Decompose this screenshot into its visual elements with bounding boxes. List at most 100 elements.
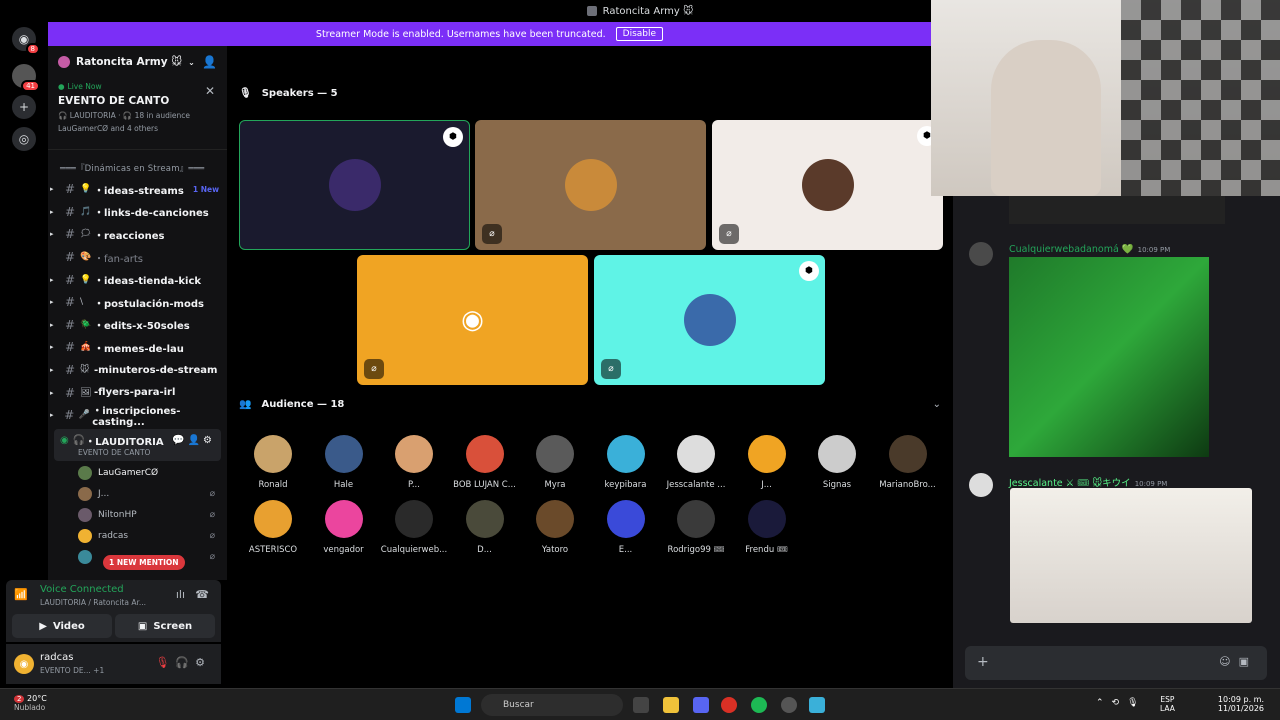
audience-member[interactable]: D... [449, 500, 521, 555]
channel-item[interactable]: ▸ # 💡 ・ideas-tienda-kick [48, 268, 227, 291]
mic-muted-icon: ⌀ [209, 552, 215, 563]
hash-icon: # [64, 363, 76, 378]
headphones-icon[interactable]: 🎧 [175, 656, 195, 669]
add-server-button[interactable]: + [12, 95, 36, 119]
speaker-tile[interactable]: ◉ ⌀ [357, 255, 588, 385]
voice-user[interactable]: LauGamerCØ [48, 463, 227, 484]
channel-item[interactable]: ▸ # 🎪 ・memes-de-lau [48, 336, 227, 359]
user-avatar[interactable]: ◉ [14, 654, 34, 674]
speaker-tile[interactable]: ⬢ ⌀ [712, 120, 943, 250]
mic-muted-icon: ⌀ [482, 224, 502, 244]
category-header[interactable]: ═══『Dinámicas en Stream』═══ [48, 150, 227, 178]
channel-item[interactable]: ▸ # 🖼 -flyers-para-irl [48, 381, 227, 404]
chat-composer[interactable]: + ☺▣ [965, 646, 1267, 680]
server-header[interactable]: Ratoncita Army 🐭 ⌄ 👤 [48, 46, 227, 78]
audience-name: Ronald [258, 480, 288, 490]
windows-taskbar: 2 20°C Nublado Buscar ⌃⟲🎙 ESP LAA 10:09 p… [0, 688, 1280, 720]
audience-name: Hale [333, 480, 354, 490]
audience-member[interactable]: Hale [308, 435, 380, 490]
obs-icon[interactable] [781, 697, 797, 713]
plus-icon[interactable]: + [977, 654, 989, 670]
new-mention-pill[interactable]: 1 NEW MENTION [103, 555, 185, 570]
start-icon[interactable] [455, 697, 471, 713]
voice-user[interactable]: NiltonHP ⌀ [48, 505, 227, 526]
audience-name: keypibara [604, 480, 647, 490]
chat-video[interactable] [1010, 488, 1252, 623]
clock[interactable]: 10:09 p. m. 11/01/2026 [1218, 695, 1264, 713]
channel-item[interactable]: ▸ # 🎵 ・links-de-canciones [48, 201, 227, 224]
home-button[interactable]: ◉ 8 [12, 27, 40, 55]
audience-member[interactable]: BOB LUJAN C... [449, 435, 521, 490]
chat-author[interactable]: Cualquierwebadanomá 💚 [1009, 244, 1134, 255]
taskbar-search[interactable]: Buscar [481, 694, 623, 716]
composer-tools[interactable]: ☺▣ [1219, 655, 1257, 668]
add-member-icon[interactable]: 👤 [202, 55, 217, 69]
channel-item[interactable]: ▸ # \ ・postulación-mods [48, 291, 227, 314]
audience-member[interactable]: Jesscalante ... [660, 435, 732, 490]
speaker-tile[interactable]: ⌀ [475, 120, 706, 250]
hash-icon: # [64, 408, 75, 423]
language-indicator[interactable]: ESP LAA [1160, 695, 1175, 713]
voice-channel-tools[interactable]: 💬👤⚙ [172, 435, 215, 446]
emoji-icon[interactable]: ☺ [1219, 655, 1238, 668]
file-explorer-icon[interactable] [663, 697, 679, 713]
audience-member[interactable]: Signas [801, 435, 873, 490]
task-view-icon[interactable] [633, 697, 649, 713]
channel-item[interactable]: ▸ # 🗯 ・reacciones [48, 223, 227, 246]
audience-member[interactable]: Frendu 🎟 [731, 500, 803, 555]
tray-icons[interactable]: ⌃⟲🎙 [1096, 698, 1147, 708]
voice-location[interactable]: LAUDITORIA / Ratoncita Ar... [40, 598, 146, 607]
chat-image[interactable] [1009, 257, 1209, 457]
notepad-icon[interactable] [809, 697, 825, 713]
audience-member[interactable]: Myra [519, 435, 591, 490]
weather-widget[interactable]: 2 20°C Nublado [14, 694, 47, 712]
channel-item[interactable]: # 🎨 ・fan-arts [48, 246, 227, 269]
hash-icon: # [64, 204, 76, 219]
audience-member[interactable]: Ronald [237, 435, 309, 490]
channel-name: ・reacciones [94, 230, 165, 242]
audience-member[interactable]: J... [731, 435, 803, 490]
audience-avatar [606, 500, 645, 538]
mic-muted-icon: ⌀ [209, 510, 215, 521]
audience-member[interactable]: Yatoro [519, 500, 591, 555]
event-meta: 🎧 LAUDITORIA · 🎧 18 in audience [58, 111, 191, 120]
disconnect-icon[interactable]: ☎ [195, 588, 209, 601]
audience-name: Frendu 🎟 [745, 545, 788, 555]
live-event-card[interactable]: Live Now EVENTO DE CANTO 🎧 LAUDITORIA · … [48, 78, 227, 150]
channel-item[interactable]: ▸ # 🎤 ・inscripciones-casting... [48, 404, 227, 428]
spotify-icon[interactable] [751, 697, 767, 713]
audience-member[interactable]: E... [590, 500, 662, 555]
chrome-icon[interactable] [721, 697, 737, 713]
close-icon[interactable]: ✕ [205, 84, 215, 98]
server-button-ratoncita[interactable]: 41 [12, 64, 40, 92]
user-controls[interactable]: 🎙🎧⚙ [155, 656, 211, 669]
gif-icon[interactable]: ▣ [1239, 655, 1257, 668]
gear-icon[interactable]: ⚙ [195, 656, 211, 669]
mic-muted-icon[interactable]: 🎙 [155, 656, 175, 669]
screen-button[interactable]: ▣ Screen [115, 614, 215, 638]
signal-icon[interactable]: 📶 [14, 588, 28, 601]
audience-member[interactable]: P... [378, 435, 450, 490]
voice-user[interactable]: J... ⌀ [48, 484, 227, 505]
audience-member[interactable]: keypibara [590, 435, 662, 490]
disable-button[interactable]: Disable [615, 27, 664, 41]
chat-avatar[interactable] [969, 242, 993, 266]
speaker-tile[interactable]: ⬢ [239, 120, 470, 250]
channel-item[interactable]: ▸ # 🐭 -minuteros-de-stream [48, 359, 227, 382]
noise-suppression-icon[interactable]: ılı [176, 588, 185, 601]
discord-taskbar-icon[interactable] [693, 697, 709, 713]
voice-user[interactable]: radcas ⌀ [48, 526, 227, 547]
audience-member[interactable]: ASTERISCO [237, 500, 309, 555]
channel-item[interactable]: ▸ # 🪲 ・edits-x-50soles [48, 314, 227, 337]
voice-channel-lauditoria[interactable]: ◉ 🎧 ・LAUDITORIA 💬👤⚙ EVENTO DE CANTO [54, 428, 221, 461]
chat-avatar[interactable] [969, 473, 993, 497]
audience-member[interactable]: Rodrigo99 🎟 [660, 500, 732, 555]
speaker-tile[interactable]: ⬢ ⌀ [594, 255, 825, 385]
video-button[interactable]: ▶ Video [12, 614, 112, 638]
chevron-down-icon[interactable]: ⌄ [933, 399, 941, 410]
audience-member[interactable]: MarianoBro... [872, 435, 944, 490]
channel-item[interactable]: ▸ # 💡 ・ideas-streams 1 New [48, 178, 227, 201]
audience-member[interactable]: vengador [308, 500, 380, 555]
audience-member[interactable]: Cualquierweb... [378, 500, 450, 555]
discover-button[interactable]: ◎ [12, 127, 36, 151]
